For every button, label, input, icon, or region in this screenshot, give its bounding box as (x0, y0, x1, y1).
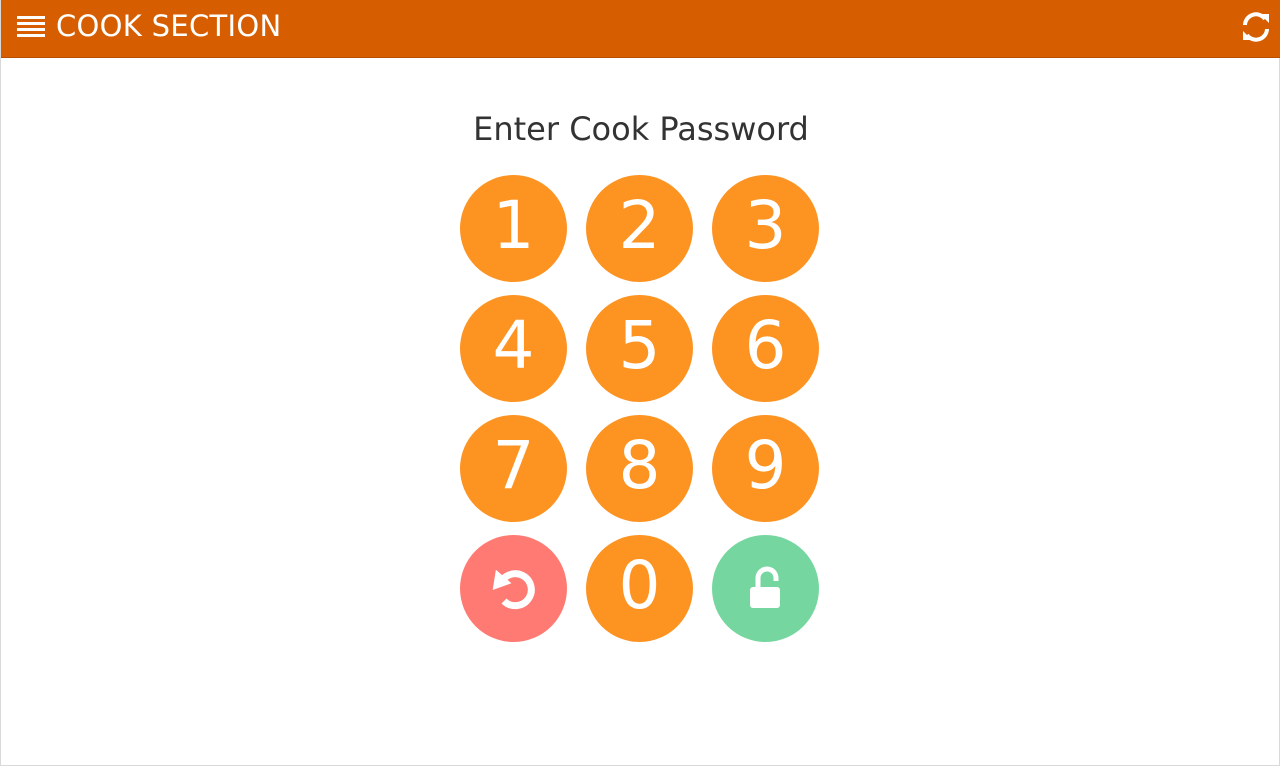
reset-button[interactable] (460, 535, 567, 642)
app-window: COOK SECTION Enter Cook Password 1 2 3 4… (0, 0, 1280, 766)
page-title: COOK SECTION (56, 9, 282, 43)
undo-icon (492, 569, 535, 609)
key-6[interactable]: 6 (712, 295, 819, 402)
key-4[interactable]: 4 (460, 295, 567, 402)
keypad: 1 2 3 4 5 6 7 8 9 0 (460, 175, 820, 642)
refresh-button[interactable] (1239, 10, 1273, 44)
refresh-icon (1243, 12, 1269, 42)
unlock-button[interactable] (712, 535, 819, 642)
key-8[interactable]: 8 (586, 415, 693, 522)
key-3[interactable]: 3 (712, 175, 819, 282)
menu-button[interactable] (15, 14, 47, 40)
top-bar: COOK SECTION (1, 0, 1280, 58)
key-2[interactable]: 2 (586, 175, 693, 282)
unlock-icon (749, 566, 780, 608)
key-9[interactable]: 9 (712, 415, 819, 522)
key-0[interactable]: 0 (586, 535, 693, 642)
hamburger-menu-icon (17, 16, 45, 37)
key-1[interactable]: 1 (460, 175, 567, 282)
key-5[interactable]: 5 (586, 295, 693, 402)
password-prompt: Enter Cook Password (473, 110, 809, 148)
key-7[interactable]: 7 (460, 415, 567, 522)
